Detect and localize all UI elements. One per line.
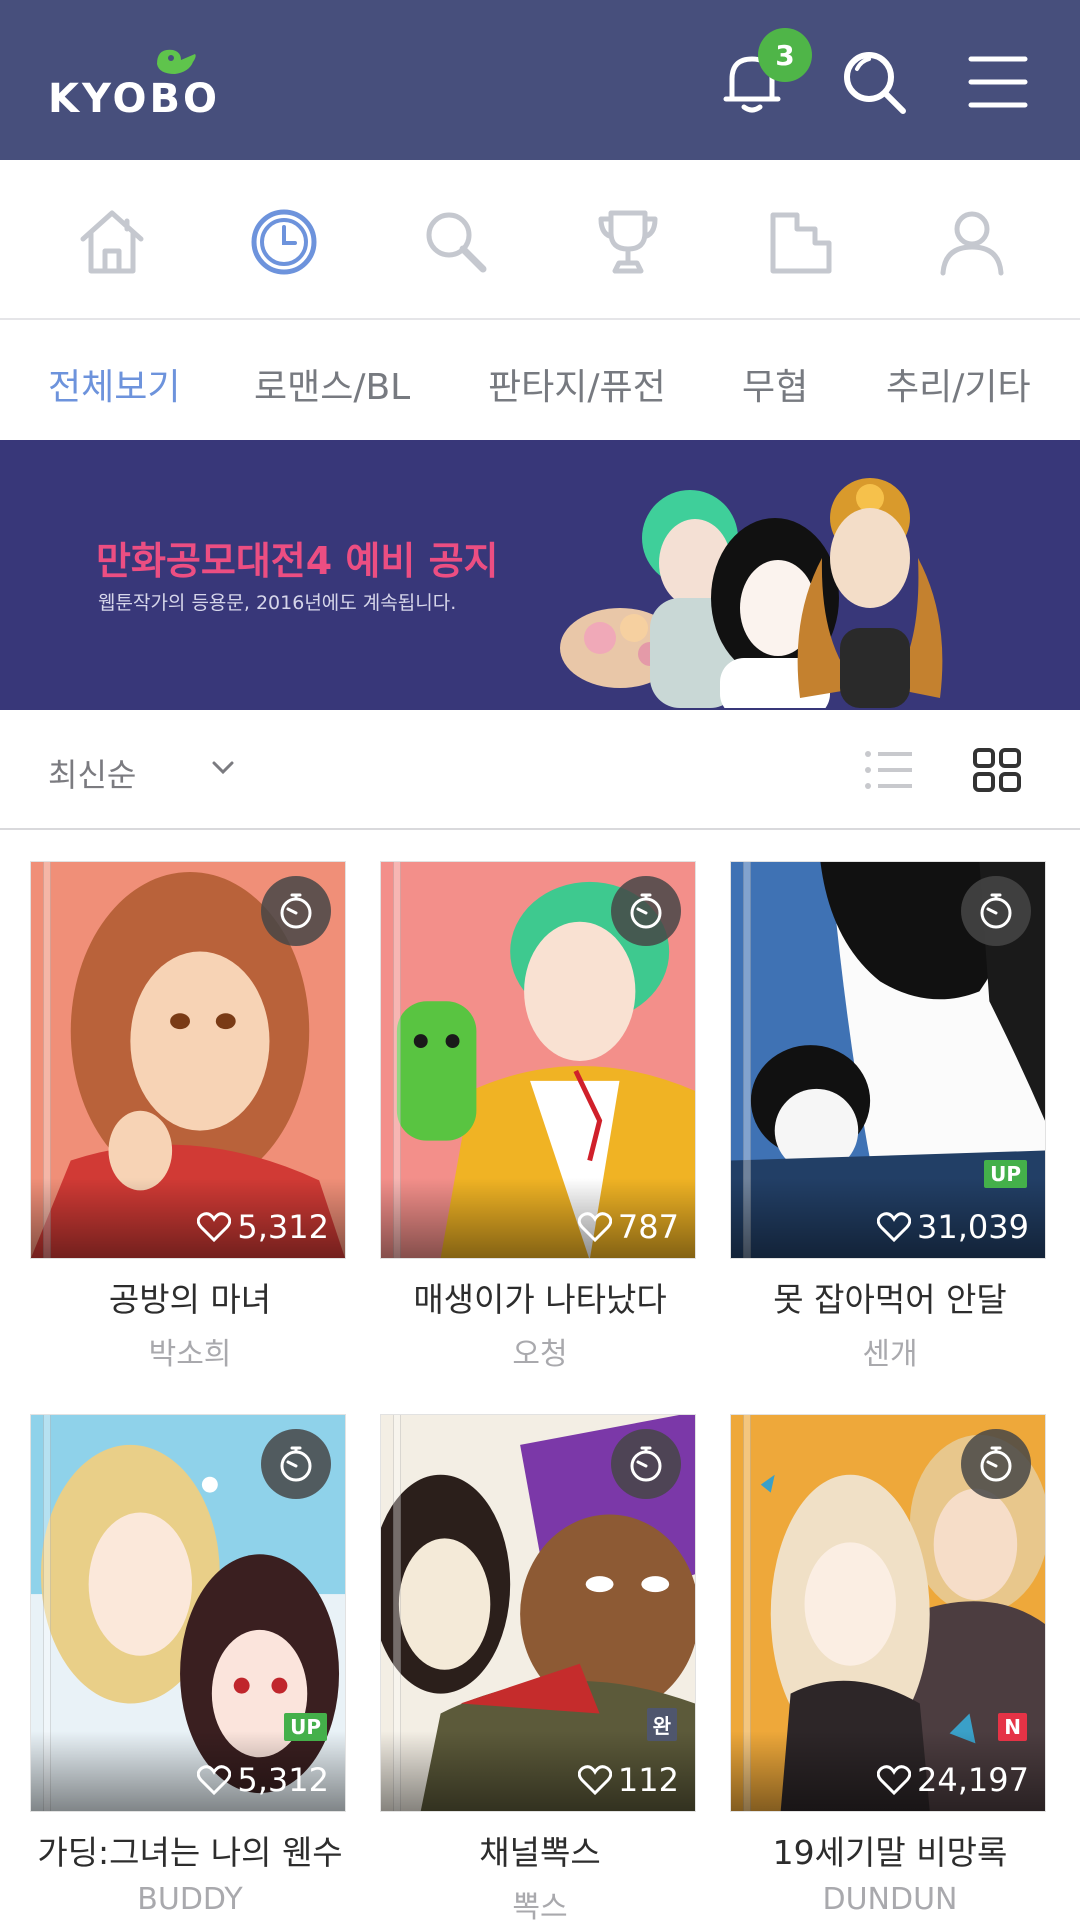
banner-illustration bbox=[560, 478, 943, 708]
chevron-down-icon[interactable] bbox=[210, 758, 236, 778]
completed-badge: 완 bbox=[646, 1708, 677, 1741]
title-card[interactable]: 787 매생이가 나타났다 오청 bbox=[380, 861, 700, 1373]
title-card[interactable]: 5,312 공방의 마녀 박소희 bbox=[30, 861, 350, 1373]
nav-profile[interactable] bbox=[930, 200, 1014, 284]
nav-library[interactable] bbox=[758, 200, 842, 284]
like-count-value: 31,039 bbox=[917, 1208, 1029, 1246]
banner-subtitle: 웹툰작가의 등용문, 2016년에도 계속됩니다. bbox=[98, 592, 457, 614]
logo-text: KYOBO bbox=[48, 76, 221, 122]
like-count: 5,312 bbox=[197, 1761, 329, 1799]
timer-icon bbox=[261, 876, 331, 946]
tab-martial-arts[interactable]: 무협 bbox=[742, 358, 808, 410]
card-author: 뽁스 bbox=[512, 1890, 568, 1920]
nav-home[interactable] bbox=[70, 200, 154, 284]
search-icon bbox=[844, 52, 906, 114]
top-app-bar: KYOBO 3 bbox=[0, 0, 1080, 160]
tab-mystery-etc[interactable]: 추리/기타 bbox=[886, 358, 1031, 410]
menu-icon bbox=[968, 56, 1028, 108]
nav-recent[interactable] bbox=[242, 200, 326, 284]
timer-icon bbox=[611, 1429, 681, 1499]
nav-search[interactable] bbox=[414, 200, 498, 284]
card-title[interactable]: 매생이가 나타났다 bbox=[380, 1273, 700, 1321]
sort-dropdown[interactable]: 최신순 bbox=[48, 750, 136, 796]
card-author: 오청 bbox=[512, 1337, 568, 1372]
title-card[interactable]: UP 5,312 가딩:그녀는 나의 웬수 BUDDY bbox=[30, 1414, 350, 1917]
genre-tabs: 전체보기 로맨스/BL 판타지/퓨전 무협 추리/기타 bbox=[0, 322, 1080, 440]
like-count: 787 bbox=[577, 1208, 679, 1246]
timer-icon bbox=[261, 1429, 331, 1499]
like-count: 24,197 bbox=[877, 1761, 1029, 1799]
like-count: 112 bbox=[577, 1761, 679, 1799]
like-count-value: 5,312 bbox=[237, 1208, 329, 1246]
card-author: 센개 bbox=[862, 1337, 918, 1372]
tab-romance-bl[interactable]: 로맨스/BL bbox=[254, 358, 410, 410]
search-button[interactable] bbox=[832, 40, 916, 124]
title-card[interactable]: 완 112 채널뽁스 뽁스 bbox=[380, 1414, 700, 1920]
title-card[interactable]: UP 31,039 못 잡아먹어 안달 센개 bbox=[730, 861, 1050, 1373]
cover-image[interactable]: UP 5,312 bbox=[30, 1414, 346, 1812]
sort-toolbar: 최신순 bbox=[0, 710, 1080, 830]
heart-icon bbox=[877, 1212, 912, 1242]
card-author: DUNDUN bbox=[822, 1882, 958, 1917]
title-card[interactable]: N 24,197 19세기말 비망록 DUNDUN bbox=[730, 1414, 1050, 1917]
update-badge: UP bbox=[984, 1160, 1027, 1188]
nav-ranking[interactable] bbox=[586, 200, 670, 284]
cover-image[interactable]: UP 31,039 bbox=[730, 861, 1046, 1259]
heart-icon bbox=[197, 1765, 232, 1795]
tab-all[interactable]: 전체보기 bbox=[48, 358, 180, 410]
card-title[interactable]: 공방의 마녀 bbox=[30, 1273, 350, 1321]
user-icon bbox=[940, 211, 1004, 276]
like-count: 5,312 bbox=[197, 1208, 329, 1246]
bookmark-icon bbox=[770, 212, 832, 274]
search-icon bbox=[426, 212, 487, 273]
like-count-value: 787 bbox=[617, 1208, 679, 1246]
card-title[interactable]: 채널뽁스 bbox=[380, 1826, 700, 1874]
like-count-value: 112 bbox=[617, 1761, 679, 1799]
card-author: BUDDY bbox=[137, 1882, 243, 1917]
cover-image[interactable]: N 24,197 bbox=[730, 1414, 1046, 1812]
list-view-icon[interactable] bbox=[864, 748, 914, 792]
clock-icon bbox=[251, 209, 317, 275]
heart-icon bbox=[877, 1765, 912, 1795]
cover-image[interactable]: 5,312 bbox=[30, 861, 346, 1259]
card-title[interactable]: 19세기말 비망록 bbox=[730, 1826, 1050, 1874]
heart-icon bbox=[577, 1765, 612, 1795]
card-title[interactable]: 가딩:그녀는 나의 웬수 bbox=[30, 1826, 350, 1874]
promo-banner[interactable]: 만화공모대전4 예비 공지 웹툰작가의 등용문, 2016년에도 계속됩니다. bbox=[0, 440, 1080, 710]
home-icon bbox=[80, 210, 144, 274]
banner-title: 만화공모대전4 예비 공지 bbox=[96, 539, 499, 583]
tab-fantasy-fusion[interactable]: 판타지/퓨전 bbox=[488, 358, 666, 410]
grid-view-icon[interactable] bbox=[972, 748, 1022, 792]
card-author: 박소희 bbox=[148, 1337, 232, 1372]
menu-button[interactable] bbox=[956, 40, 1040, 124]
timer-icon bbox=[611, 876, 681, 946]
kyobo-logo[interactable]: KYOBO bbox=[48, 42, 218, 122]
cover-image[interactable]: 완 112 bbox=[380, 1414, 696, 1812]
card-title[interactable]: 못 잡아먹어 안달 bbox=[730, 1273, 1050, 1321]
trophy-icon bbox=[598, 210, 658, 274]
timer-icon bbox=[961, 1429, 1031, 1499]
main-navigation bbox=[0, 160, 1080, 320]
notification-count-badge: 3 bbox=[758, 28, 812, 82]
new-badge: N bbox=[998, 1713, 1027, 1741]
heart-icon bbox=[197, 1212, 232, 1242]
update-badge: UP bbox=[284, 1713, 327, 1741]
timer-icon bbox=[961, 876, 1031, 946]
like-count-value: 5,312 bbox=[237, 1761, 329, 1799]
heart-icon bbox=[577, 1212, 612, 1242]
cover-image[interactable]: 787 bbox=[380, 861, 696, 1259]
like-count: 31,039 bbox=[877, 1208, 1029, 1246]
like-count-value: 24,197 bbox=[917, 1761, 1029, 1799]
